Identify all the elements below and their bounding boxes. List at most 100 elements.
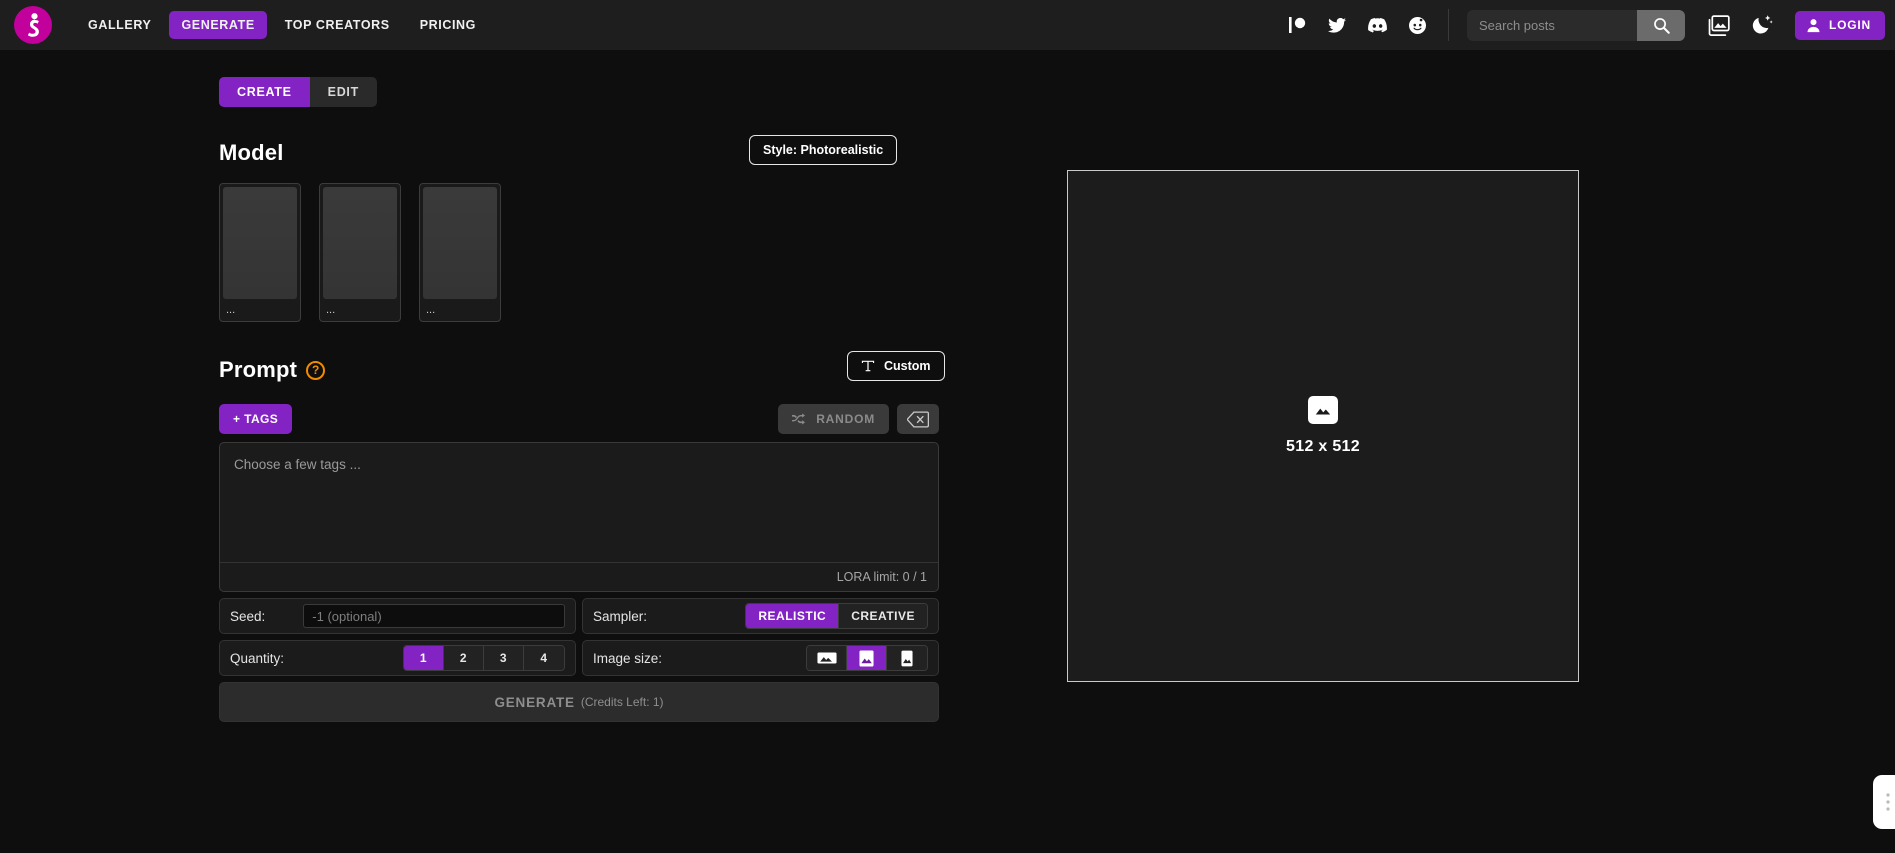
tab-create[interactable]: CREATE [219, 77, 310, 107]
model-section-header: Model Style: Photorealistic [219, 135, 939, 171]
model-thumbnail [423, 187, 497, 299]
discord-icon [1368, 17, 1387, 32]
shuffle-icon [792, 413, 806, 425]
generate-label: GENERATE [494, 694, 575, 710]
model-thumbnail [323, 187, 397, 299]
login-label: LOGIN [1829, 18, 1871, 32]
search-submit-button[interactable] [1637, 9, 1685, 41]
question-circle-icon[interactable]: ? [306, 360, 326, 380]
quantity-label: Quantity: [230, 650, 285, 666]
quantity-option-3[interactable]: 3 [484, 646, 524, 670]
model-card[interactable]: ... [219, 183, 301, 322]
header-right-group: LOGIN [1289, 8, 1885, 42]
sampler-label: Sampler: [593, 608, 648, 624]
preview-size-label: 512 x 512 [1286, 438, 1360, 455]
prompt-title: Prompt [219, 357, 298, 382]
image-size-option-landscape[interactable] [807, 646, 847, 670]
prompt-placeholder: Choose a few tags ... [234, 457, 361, 472]
square-image-icon [859, 650, 874, 666]
custom-prompt-button[interactable]: Custom [847, 351, 945, 381]
twitter-icon [1328, 17, 1346, 33]
quantity-group: Quantity: 1 2 3 4 [219, 640, 576, 676]
sampler-group: Sampler: REALISTIC CREATIVE [582, 598, 939, 634]
image-size-group: Image size: [582, 640, 939, 676]
prompt-toolbar: + TAGS RANDOM [219, 404, 939, 434]
image-preview-panel: 512 x 512 [1067, 170, 1579, 682]
prompt-toolbar-right: RANDOM [778, 404, 939, 434]
seed-input[interactable] [303, 604, 565, 628]
nav-item-gallery[interactable]: GALLERY [76, 11, 163, 39]
social-links [1289, 9, 1449, 41]
mode-tab-group: CREATE EDIT [219, 77, 377, 107]
login-button[interactable]: LOGIN [1795, 10, 1885, 40]
moon-star-icon [1752, 15, 1773, 34]
model-card-label: ... [426, 304, 436, 316]
nav-item-top-creators[interactable]: TOP CREATORS [273, 11, 402, 39]
floating-side-widget[interactable] [1873, 775, 1895, 829]
gallery-images-button[interactable] [1701, 8, 1735, 42]
seed-field-group: Seed: [219, 598, 576, 634]
images-icon [1708, 14, 1730, 36]
add-tags-button[interactable]: + TAGS [219, 404, 293, 434]
generator-panel: CREATE EDIT Model Style: Photorealistic … [219, 77, 945, 722]
vertical-dots-widget-icon [1886, 793, 1890, 811]
sampler-segmented-control: REALISTIC CREATIVE [745, 603, 928, 629]
image-placeholder-icon [1308, 396, 1338, 424]
random-prompt-button[interactable]: RANDOM [778, 404, 889, 434]
page-body: CREATE EDIT Model Style: Photorealistic … [0, 50, 1895, 853]
sampler-option-realistic[interactable]: REALISTIC [746, 604, 840, 628]
quantity-option-4[interactable]: 4 [524, 646, 564, 670]
model-card-list: ... ... ... [219, 183, 939, 322]
style-badge-label: Style: Photorealistic [763, 143, 884, 157]
image-size-segmented-control [806, 645, 928, 671]
generate-button[interactable]: GENERATE (Credits Left: 1) [219, 682, 939, 722]
nav-item-pricing[interactable]: PRICING [408, 11, 488, 39]
patreon-icon [1289, 17, 1306, 33]
model-thumbnail [223, 187, 297, 299]
search-box [1467, 9, 1685, 41]
prompt-section-header: Prompt ? Custom [219, 351, 945, 388]
model-card[interactable]: ... [419, 183, 501, 322]
model-title: Model [219, 140, 284, 165]
image-size-option-square[interactable] [847, 646, 887, 670]
seed-label: Seed: [230, 608, 266, 624]
quantity-option-2[interactable]: 2 [444, 646, 484, 670]
twitter-link[interactable] [1328, 17, 1346, 33]
custom-label: Custom [884, 359, 931, 373]
style-badge-button[interactable]: Style: Photorealistic [749, 135, 898, 165]
options-row-1: Seed: Sampler: REALISTIC CREATIVE [219, 598, 939, 634]
reddit-icon [1409, 16, 1426, 34]
portrait-image-icon [901, 650, 913, 666]
generate-credits-label: (Credits Left: 1) [580, 695, 664, 709]
search-input[interactable] [1467, 9, 1637, 41]
main-nav: GALLERY GENERATE TOP CREATORS PRICING [76, 11, 488, 39]
backspace-icon [907, 411, 929, 427]
options-row-2: Quantity: 1 2 3 4 Image size: [219, 640, 939, 676]
top-header: GALLERY GENERATE TOP CREATORS PRICING Se… [0, 0, 1895, 50]
brand-figure-logo [27, 13, 39, 37]
model-card-label: ... [226, 304, 236, 316]
reddit-link[interactable] [1409, 16, 1426, 34]
user-icon [1807, 18, 1820, 32]
model-card-label: ... [326, 304, 336, 316]
quantity-option-1[interactable]: 1 [404, 646, 444, 670]
model-card[interactable]: ... [319, 183, 401, 322]
image-size-label: Image size: [593, 650, 663, 666]
patreon-link[interactable] [1289, 17, 1306, 33]
landscape-image-icon [816, 652, 837, 664]
dark-mode-toggle[interactable] [1745, 8, 1779, 42]
sampler-option-creative[interactable]: CREATIVE [839, 604, 927, 628]
prompt-section: Prompt ? Custom + TAGS RANDOM Choose a f… [219, 351, 945, 592]
clear-prompt-button[interactable] [897, 404, 939, 434]
search-icon [1653, 17, 1670, 34]
picture-glyph-icon [1313, 401, 1333, 419]
quantity-segmented-control: 1 2 3 4 [403, 645, 565, 671]
tab-edit[interactable]: EDIT [310, 77, 377, 107]
random-label: RANDOM [816, 412, 875, 426]
brand-logo[interactable] [14, 6, 52, 44]
image-size-option-portrait[interactable] [887, 646, 927, 670]
text-type-icon [861, 360, 875, 372]
prompt-textarea-wrapper[interactable]: Choose a few tags ... LORA limit: 0 / 1 [219, 442, 939, 592]
nav-item-generate[interactable]: GENERATE [169, 11, 267, 39]
discord-link[interactable] [1368, 17, 1387, 33]
